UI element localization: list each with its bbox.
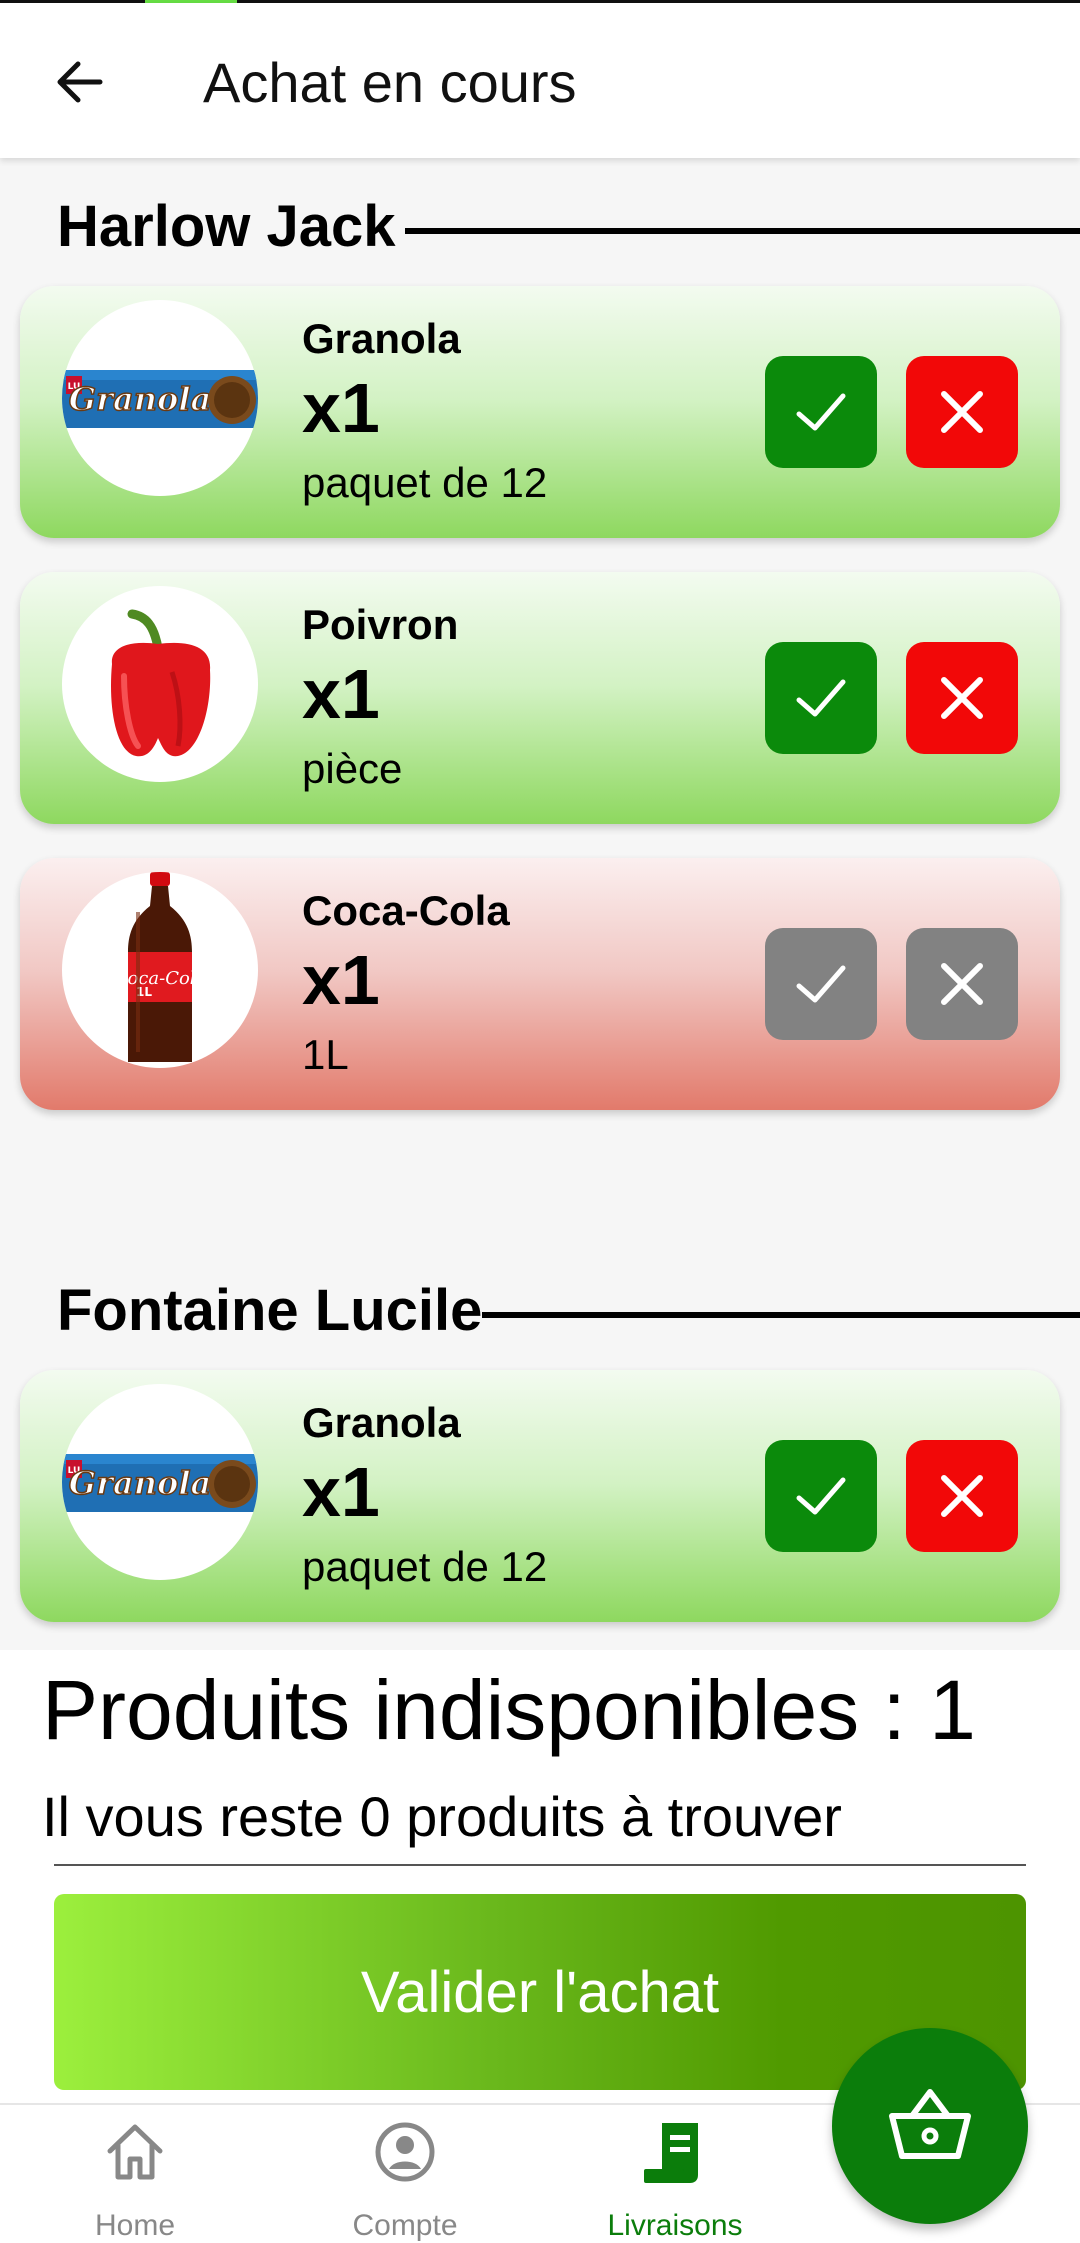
remaining-count: Il vous reste 0 produits à trouver bbox=[42, 1785, 842, 1848]
product-unit: pièce bbox=[302, 745, 403, 792]
svg-text:Coca-Cola: Coca-Cola bbox=[114, 968, 207, 989]
reject-button[interactable] bbox=[906, 356, 1018, 468]
product-quantity: x1 bbox=[302, 655, 380, 733]
basket-icon bbox=[889, 2089, 971, 2159]
product-name: Granola bbox=[302, 315, 461, 362]
section-divider bbox=[405, 228, 1080, 234]
product-quantity: x1 bbox=[302, 1453, 380, 1531]
back-arrow-icon[interactable] bbox=[48, 50, 112, 114]
close-icon bbox=[941, 677, 983, 719]
summary-divider bbox=[54, 1864, 1026, 1866]
product-name: Coca-Cola bbox=[302, 887, 510, 934]
svg-text:Granola: Granola bbox=[69, 1464, 211, 1502]
close-icon bbox=[941, 963, 983, 1005]
product-image-pepper bbox=[62, 586, 258, 782]
check-icon bbox=[796, 965, 846, 1003]
product-unit: paquet de 12 bbox=[302, 459, 548, 506]
product-card: LU Granola Granola x1 paquet de 12 bbox=[20, 286, 1060, 538]
section-divider bbox=[482, 1312, 1080, 1318]
reject-button[interactable] bbox=[906, 642, 1018, 754]
reject-button[interactable] bbox=[906, 928, 1018, 1040]
product-quantity: x1 bbox=[302, 941, 380, 1019]
product-quantity: x1 bbox=[302, 369, 380, 447]
product-name: Granola bbox=[302, 1399, 461, 1446]
svg-text:Granola: Granola bbox=[69, 380, 211, 418]
product-image-coca: Coca-Cola 1L bbox=[62, 872, 258, 1068]
nav-item-account[interactable]: Compte bbox=[270, 2105, 540, 2243]
product-card: LU Granola Granola x1 paquet de 12 bbox=[20, 1370, 1060, 1622]
product-card-unavailable: Coca-Cola 1L Coca-Cola x1 1L bbox=[20, 858, 1060, 1110]
product-image-granola: LU Granola bbox=[62, 300, 258, 496]
nav-label: Home bbox=[94, 2209, 176, 2242]
accept-button[interactable] bbox=[765, 928, 877, 1040]
nav-label: Livraisons bbox=[607, 2209, 743, 2242]
unavailable-count: Produits indisponibles : 1 bbox=[42, 1663, 976, 1757]
delivery-icon bbox=[644, 2123, 698, 2183]
page-title: Achat en cours bbox=[203, 51, 577, 114]
nav-label: Compte bbox=[352, 2209, 458, 2242]
accept-button[interactable] bbox=[765, 642, 877, 754]
accept-button[interactable] bbox=[765, 356, 877, 468]
check-icon bbox=[796, 1477, 846, 1515]
product-unit: paquet de 12 bbox=[302, 1543, 548, 1590]
product-name: Poivron bbox=[302, 601, 459, 648]
home-icon bbox=[107, 2124, 163, 2180]
check-icon bbox=[796, 679, 846, 717]
customer-name: Fontaine Lucile bbox=[57, 1278, 483, 1343]
check-icon bbox=[796, 393, 846, 431]
close-icon bbox=[941, 391, 983, 433]
nav-item-deliveries[interactable]: Livraisons bbox=[540, 2105, 810, 2243]
account-icon bbox=[375, 2122, 435, 2182]
accept-button[interactable] bbox=[765, 1440, 877, 1552]
product-card: Poivron x1 pièce bbox=[20, 572, 1060, 824]
app-bar: Achat en cours bbox=[0, 3, 1080, 158]
customer-name: Harlow Jack bbox=[57, 194, 396, 259]
product-unit: 1L bbox=[302, 1031, 349, 1078]
close-icon bbox=[941, 1475, 983, 1517]
reject-button[interactable] bbox=[906, 1440, 1018, 1552]
product-image-granola: LU Granola bbox=[62, 1384, 258, 1580]
nav-item-home[interactable]: Home bbox=[0, 2105, 270, 2243]
basket-fab[interactable] bbox=[832, 2028, 1028, 2224]
